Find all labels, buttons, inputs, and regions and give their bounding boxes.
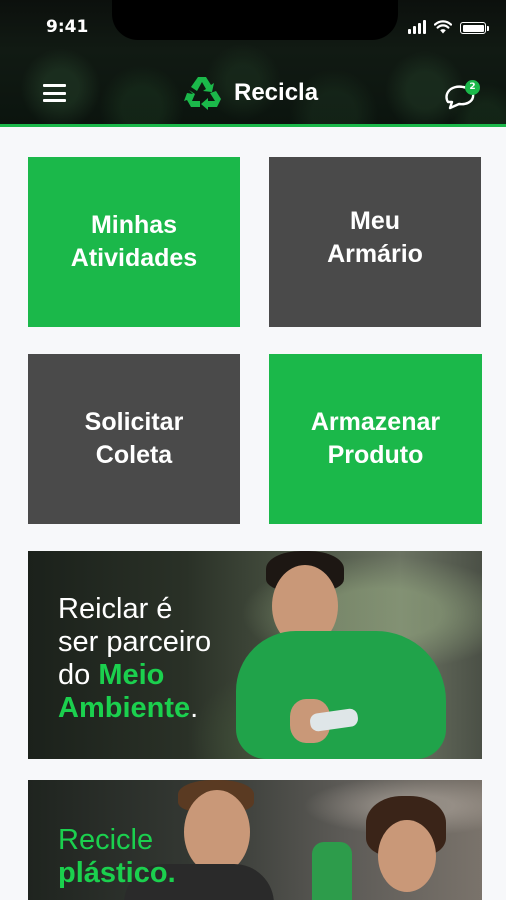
tile-meu-armario[interactable]: Meu Armário bbox=[269, 157, 481, 327]
status-icons bbox=[408, 20, 489, 34]
app-logo: Recicla bbox=[184, 74, 318, 112]
banner-photo-bottle bbox=[312, 842, 352, 900]
banner-photo-shirt bbox=[236, 631, 446, 759]
banner-recicle-plastico[interactable]: Recicle plástico. bbox=[28, 780, 482, 900]
tile-label-line2: Produto bbox=[327, 441, 424, 469]
banner-1-text: Reiclar é ser parceiro do Meio Ambiente. bbox=[58, 593, 211, 725]
banner-2-line2: plástico. bbox=[58, 857, 176, 889]
banner-1-line3-highlight: Meio bbox=[98, 659, 165, 691]
app-title: Recicla bbox=[234, 79, 319, 106]
tile-label-line1: Minhas bbox=[90, 211, 178, 239]
hamburger-icon[interactable] bbox=[43, 84, 66, 102]
banner-photo-face-man bbox=[184, 790, 250, 874]
status-time: 9:41 bbox=[46, 17, 89, 37]
battery-icon bbox=[460, 22, 489, 34]
banner-photo-face-woman bbox=[378, 820, 436, 892]
banner-2-line1: Recicle bbox=[58, 824, 154, 856]
tile-label-line1: Armazenar bbox=[310, 408, 441, 436]
tile-label-line1: Meu bbox=[350, 207, 400, 235]
banner-1-line4-highlight: Ambiente bbox=[58, 692, 191, 724]
banner-meio-ambiente[interactable]: Reiclar é ser parceiro do Meio Ambiente. bbox=[28, 551, 482, 759]
device-notch bbox=[112, 0, 398, 40]
banner-1-line3-prefix: do bbox=[58, 659, 99, 691]
app-header-background: 9:41 Recicla 2 bbox=[0, 0, 506, 126]
tile-armazenar-produto[interactable]: Armazenar Produto bbox=[269, 354, 482, 524]
app-bar: Recicla 2 bbox=[0, 66, 506, 122]
recycle-icon bbox=[184, 77, 221, 110]
wifi-icon bbox=[434, 20, 452, 34]
banner-2-text: Recicle plástico. bbox=[58, 824, 176, 890]
header-accent-line bbox=[0, 124, 506, 127]
tile-minhas-atividades[interactable]: Minhas Atividades bbox=[28, 157, 240, 327]
tile-label-line2: Armário bbox=[327, 240, 423, 268]
tile-label-line1: Solicitar bbox=[84, 408, 184, 436]
banner-1-line4-suffix: . bbox=[190, 692, 199, 724]
tile-solicitar-coleta[interactable]: Solicitar Coleta bbox=[28, 354, 240, 524]
notification-badge: 2 bbox=[465, 80, 480, 95]
banner-1-line1: Reiclar é bbox=[58, 593, 173, 625]
tile-label-line2: Atividades bbox=[70, 244, 198, 272]
banner-1-line2: ser parceiro bbox=[58, 626, 212, 658]
tile-label-line2: Coleta bbox=[95, 441, 173, 469]
cellular-signal-icon bbox=[408, 20, 426, 34]
